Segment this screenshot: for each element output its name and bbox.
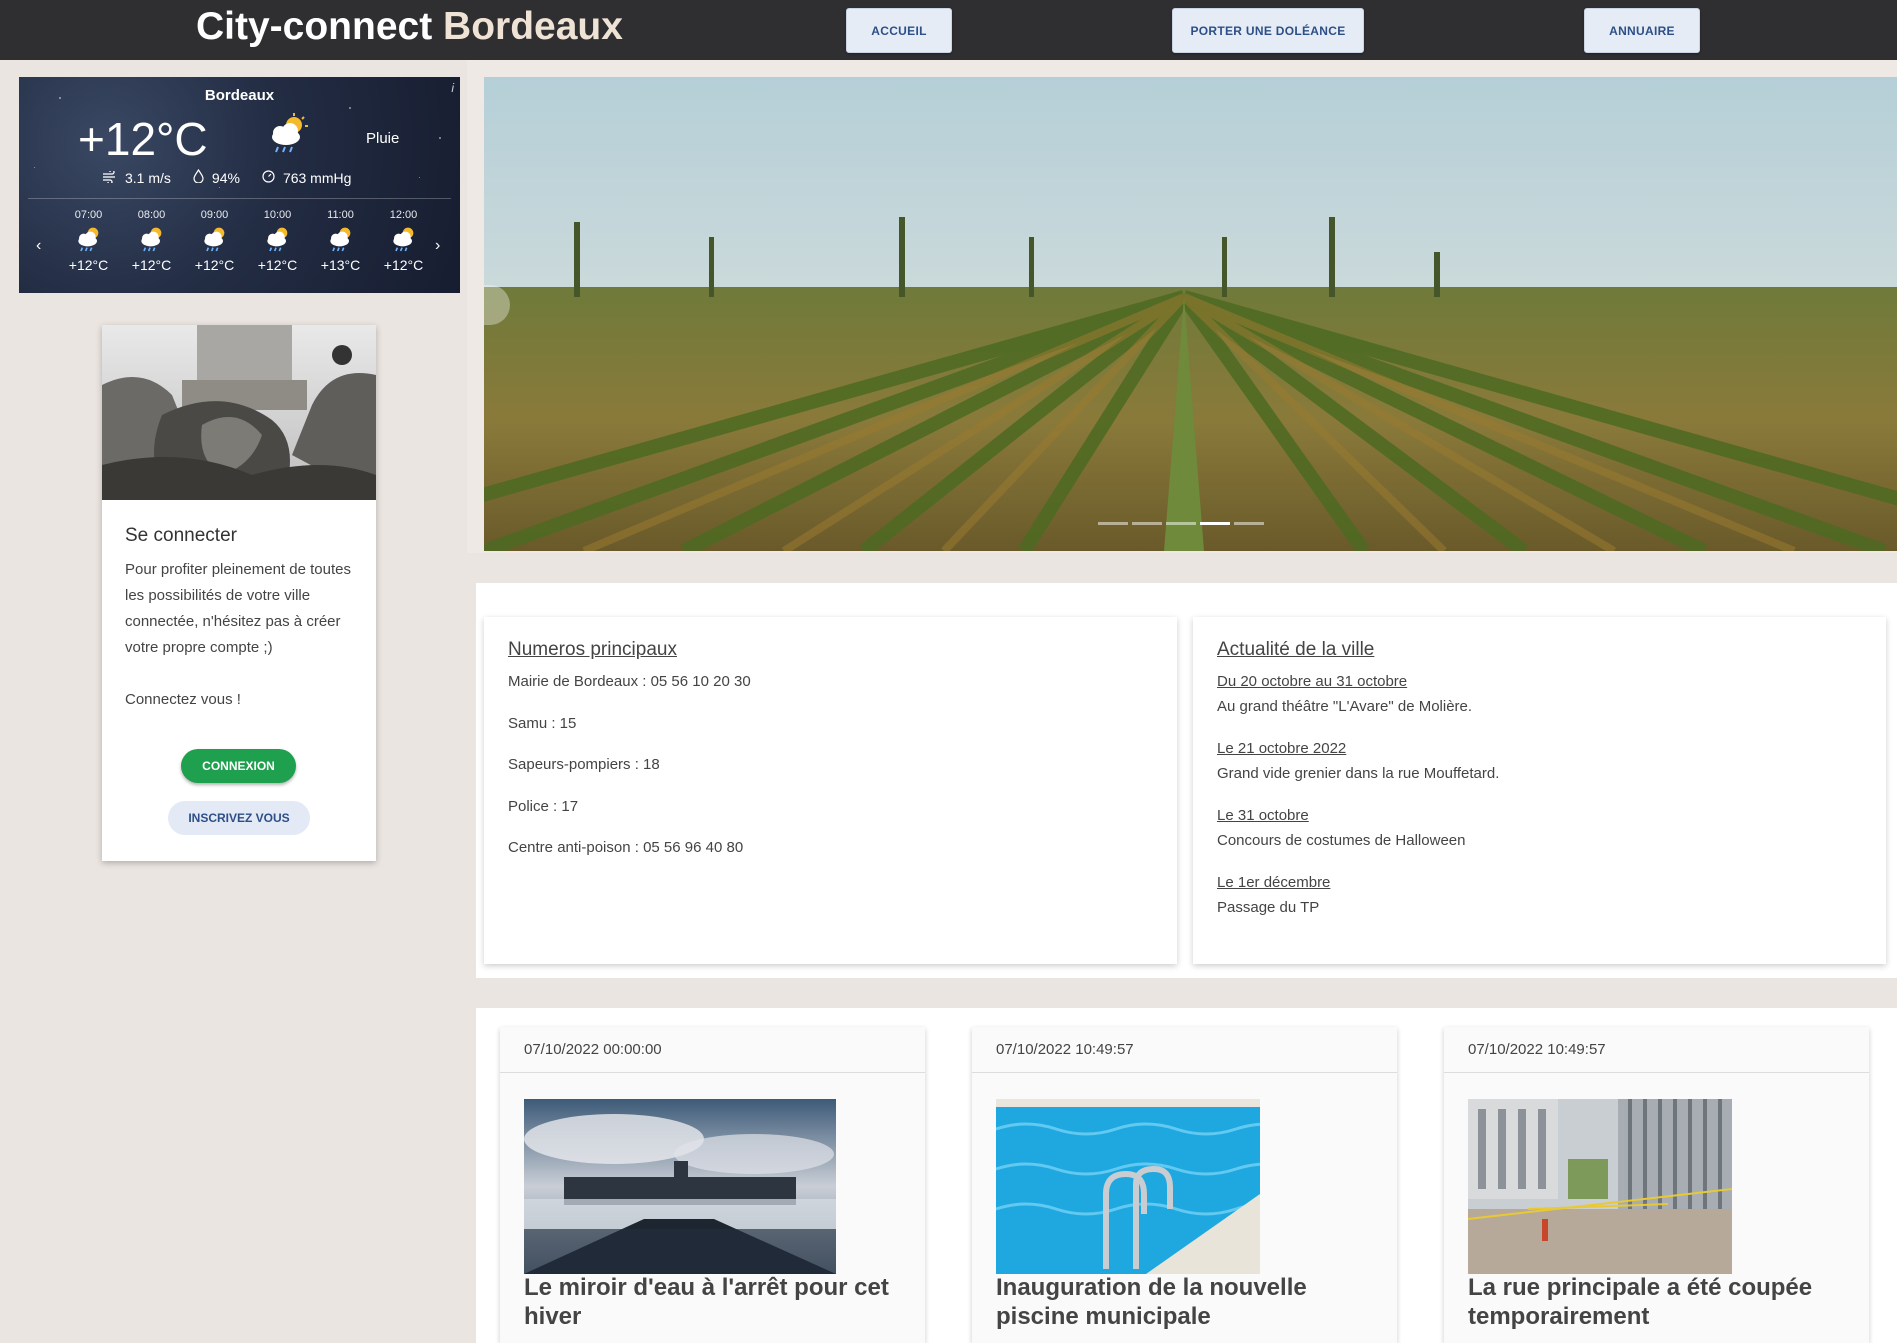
wind-speed: 3.1 m/s [125, 169, 171, 186]
news-date-link[interactable]: Le 21 octobre 2022 [1217, 740, 1346, 757]
login-description: Pour profiter pleinement de toutes les p… [125, 561, 351, 656]
numbers-title: Numeros principaux [508, 639, 677, 660]
cloud-rain-sun-icon [120, 221, 183, 257]
login-title: Se connecter [125, 525, 237, 546]
weather-prev-arrow[interactable]: ‹ [36, 237, 41, 255]
carousel-indicator[interactable] [1166, 522, 1196, 525]
humidity-icon [193, 168, 204, 186]
hourly-item: 07:00 +12°C [57, 209, 120, 273]
news-date-link[interactable]: Le 31 octobre [1217, 807, 1309, 824]
article-divider [500, 1072, 925, 1073]
miroir-d-eau-photo [524, 1099, 836, 1274]
phone-number-item: Mairie de Bordeaux : 05 56 10 20 30 [508, 673, 751, 690]
weather-city: Bordeaux [204, 87, 275, 104]
weather-condition: Pluie [366, 130, 400, 147]
carousel-indicator[interactable] [1234, 522, 1264, 525]
article-card[interactable]: 07/10/2022 10:49:57 La rue principale a … [1444, 1027, 1869, 1343]
phone-number-item: Samu : 15 [508, 715, 577, 732]
wind-icon [103, 168, 117, 186]
cloud-rain-sun-icon [266, 113, 310, 160]
login-cta-text: Connectez vous ! [125, 691, 241, 708]
hourly-item: 11:00 +13°C [309, 209, 372, 273]
cloud-rain-sun-icon [57, 221, 120, 257]
top-navigation-bar: City-connect Bordeaux ACCUEIL PORTER UNE… [0, 0, 1897, 60]
article-title: Inauguration de la nouvelle piscine muni… [996, 1274, 1307, 1330]
vineyard-photo [484, 77, 1897, 551]
article-date: 07/10/2022 10:49:57 [1468, 1041, 1606, 1058]
article-title: Le miroir d'eau à l'arrêt pour cet hiver [524, 1274, 889, 1330]
hourly-forecast: 07:00 +12°C 08:00 +12°C 09:00 +12°C 10:0… [57, 209, 435, 273]
hour-temperature: +13°C [320, 257, 361, 273]
article-divider [972, 1072, 1397, 1073]
weather-widget: Bordeaux i +12°C Pluie 3.1 m/s 94% 763 m… [19, 77, 460, 293]
info-icon[interactable]: i [451, 81, 454, 95]
news-text: Grand vide grenier dans la rue Mouffetar… [1217, 765, 1500, 782]
brand-city: Bordeaux [443, 5, 623, 48]
weather-divider [28, 198, 451, 199]
news-text: Concours de costumes de Halloween [1217, 832, 1466, 849]
carousel-indicator[interactable] [1132, 522, 1162, 525]
carousel-indicator[interactable] [1098, 522, 1128, 525]
cloud-rain-sun-icon [183, 221, 246, 257]
news-card: Actualité de la ville Du 20 octobre au 3… [1193, 617, 1886, 964]
hour-time: 08:00 [137, 209, 166, 221]
hour-time: 09:00 [200, 209, 229, 221]
news-date-link[interactable]: Le 1er décembre [1217, 874, 1330, 891]
weather-stats: 3.1 m/s 94% 763 mmHg [103, 168, 352, 186]
cloud-rain-sun-icon [246, 221, 309, 257]
nav-accueil-button[interactable]: ACCUEIL [846, 8, 952, 53]
phone-number-item: Police : 17 [508, 798, 579, 815]
article-title: La rue principale a été coupée temporair… [1468, 1274, 1813, 1330]
news-date-link[interactable]: Du 20 octobre au 31 octobre [1217, 673, 1407, 690]
weather-temperature: +12°C [78, 113, 208, 165]
monument-photo [102, 325, 376, 500]
article-date: 07/10/2022 00:00:00 [524, 1041, 662, 1058]
hour-temperature: +12°C [257, 257, 298, 273]
connexion-button[interactable]: CONNEXION [181, 749, 296, 783]
hourly-item: 12:00 +12°C [372, 209, 435, 273]
article-date: 07/10/2022 10:49:57 [996, 1041, 1134, 1058]
article-card[interactable]: 07/10/2022 10:49:57 Inauguration de la n… [972, 1027, 1397, 1343]
carousel-indicators [1098, 522, 1264, 525]
hour-time: 07:00 [74, 209, 103, 221]
news-title: Actualité de la ville [1217, 639, 1375, 660]
nav-doleance-button[interactable]: PORTER UNE DOLÉANCE [1172, 8, 1364, 53]
hourly-item: 08:00 +12°C [120, 209, 183, 273]
phone-number-item: Centre anti-poison : 05 56 96 40 80 [508, 839, 744, 856]
weather-next-arrow[interactable]: › [435, 237, 440, 255]
hour-temperature: +12°C [194, 257, 235, 273]
site-brand[interactable]: City-connect Bordeaux [196, 4, 623, 50]
cloud-rain-sun-icon [309, 221, 372, 257]
login-card: Se connecter Pour profiter pleinement de… [102, 325, 376, 861]
hour-temperature: +12°C [131, 257, 172, 273]
news-text: Passage du TP [1217, 899, 1320, 916]
humidity-value: 94% [211, 169, 240, 186]
hour-temperature: +12°C [383, 257, 424, 273]
nav-annuaire-button[interactable]: ANNUAIRE [1584, 8, 1700, 53]
pressure-value: 763 mmHg [282, 169, 352, 186]
hour-time: 11:00 [327, 209, 354, 221]
register-button[interactable]: INSCRIVEZ VOUS [168, 801, 310, 835]
hour-time: 10:00 [263, 209, 292, 221]
phone-number-item: Sapeurs-pompiers : 18 [508, 756, 660, 773]
closed-street-photo [1468, 1099, 1732, 1274]
cloud-rain-sun-icon [372, 221, 435, 257]
carousel-indicator-active[interactable] [1200, 522, 1230, 525]
numbers-card: Numeros principaux Mairie de Bordeaux : … [484, 617, 1177, 964]
brand-name: City-connect [196, 5, 433, 48]
pressure-icon [262, 169, 275, 186]
hourly-item: 10:00 +12°C [246, 209, 309, 273]
swimming-pool-photo [996, 1099, 1260, 1274]
hour-temperature: +12°C [68, 257, 109, 273]
hour-time: 12:00 [389, 209, 418, 221]
hourly-item: 09:00 +12°C [183, 209, 246, 273]
carousel-slide [484, 77, 1897, 551]
news-text: Au grand théâtre "L'Avare" de Molière. [1217, 698, 1473, 715]
article-divider [1444, 1072, 1869, 1073]
article-card[interactable]: 07/10/2022 00:00:00 Le miroir d'eau à l'… [500, 1027, 925, 1343]
